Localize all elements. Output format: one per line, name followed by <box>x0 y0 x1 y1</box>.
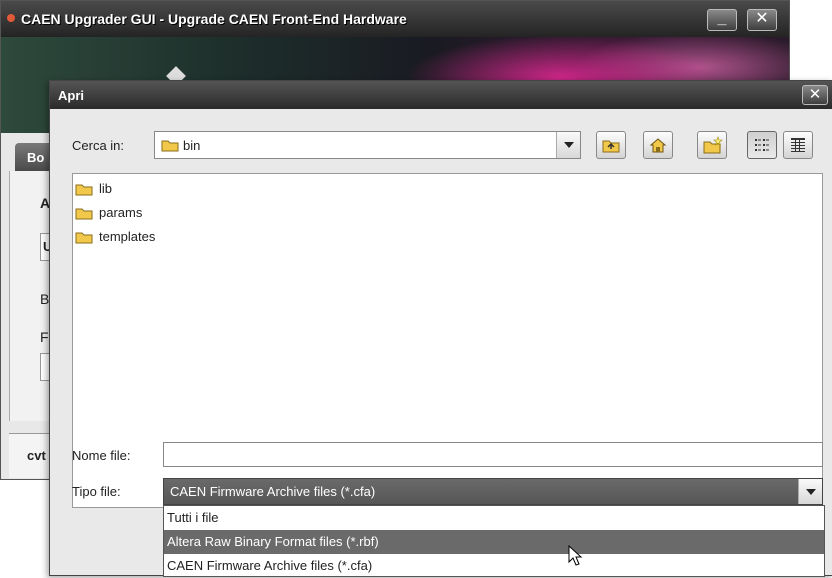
file-type-selected: CAEN Firmware Archive files (*.cfa) <box>170 484 376 499</box>
look-in-dropdown-arrow[interactable] <box>556 132 580 158</box>
main-close-button[interactable]: ✕ <box>747 9 777 31</box>
list-view-button[interactable] <box>747 131 777 159</box>
field-label-b: B <box>40 291 50 307</box>
file-type-dropdown-list: Tutti i file Altera Raw Binary Format fi… <box>163 505 825 577</box>
folder-icon <box>75 208 93 220</box>
details-view-icon <box>791 138 805 152</box>
main-title-bar[interactable]: CAEN Upgrader GUI - Upgrade CAEN Front-E… <box>1 1 789 37</box>
main-window-title: CAEN Upgrader GUI - Upgrade CAEN Front-E… <box>21 11 407 27</box>
up-folder-icon <box>602 140 620 153</box>
file-type-option[interactable]: Altera Raw Binary Format files (*.rbf) <box>164 530 824 554</box>
file-name: params <box>99 205 143 220</box>
app-logo-icon <box>7 14 15 22</box>
dialog-title-bar[interactable]: Apri ✕ <box>50 81 832 109</box>
look-in-value: bin <box>183 138 201 153</box>
details-view-button[interactable] <box>783 131 813 159</box>
mouse-cursor-icon <box>568 545 583 566</box>
file-type-combo[interactable]: CAEN Firmware Archive files (*.cfa) <box>163 478 823 505</box>
new-folder-button[interactable] <box>697 131 727 159</box>
file-type-option[interactable]: Tutti i file <box>164 506 824 530</box>
home-icon <box>649 138 667 153</box>
field-label-f: F <box>40 329 49 345</box>
look-in-label: Cerca in: <box>72 138 125 153</box>
tab-cvt-label: cvt <box>27 448 46 463</box>
folder-icon <box>75 184 93 196</box>
file-type-dropdown-arrow[interactable] <box>798 479 822 504</box>
minimize-button[interactable]: _ <box>707 9 737 31</box>
open-file-dialog: Apri ✕ Cerca in: bin lib params template… <box>49 80 832 577</box>
folder-icon <box>161 140 179 152</box>
dialog-title: Apri <box>58 88 84 103</box>
file-type-label: Tipo file: <box>72 484 121 499</box>
file-type-option[interactable]: CAEN Firmware Archive files (*.cfa) <box>164 554 824 578</box>
file-name: lib <box>99 181 113 196</box>
file-name-label: Nome file: <box>72 448 131 463</box>
folder-icon <box>75 232 93 244</box>
look-in-combo[interactable]: bin <box>154 131 581 159</box>
dialog-close-button[interactable]: ✕ <box>802 85 828 105</box>
file-name-input[interactable] <box>163 442 823 467</box>
file-name: templates <box>99 229 156 244</box>
home-button[interactable] <box>643 131 673 159</box>
new-folder-icon <box>703 136 723 154</box>
list-view-icon <box>755 139 769 151</box>
up-folder-button[interactable] <box>596 131 626 159</box>
